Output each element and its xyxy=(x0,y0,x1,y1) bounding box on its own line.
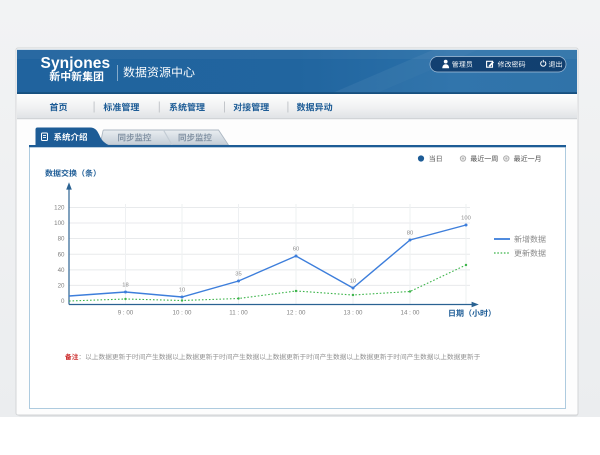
svg-text:40: 40 xyxy=(58,267,65,274)
svg-text:0: 0 xyxy=(61,298,65,305)
svg-text:Synjones: Synjones xyxy=(41,55,111,72)
svg-text:10 : 00: 10 : 00 xyxy=(173,309,192,316)
svg-text:10: 10 xyxy=(350,279,356,285)
svg-text:9 : 00: 9 : 00 xyxy=(118,309,134,316)
svg-text:12 : 00: 12 : 00 xyxy=(287,309,306,316)
svg-text:10: 10 xyxy=(179,288,185,294)
svg-text:13 : 00: 13 : 00 xyxy=(344,309,363,316)
svg-text:14 : 00: 14 : 00 xyxy=(401,309,420,316)
svg-text:100: 100 xyxy=(461,216,471,222)
svg-text:11 : 00: 11 : 00 xyxy=(229,309,248,316)
svg-text:80: 80 xyxy=(407,231,413,237)
svg-text:35: 35 xyxy=(235,272,241,278)
svg-text:20: 20 xyxy=(58,283,65,290)
svg-text:60: 60 xyxy=(58,251,65,258)
svg-text:100: 100 xyxy=(54,220,65,227)
svg-text:60: 60 xyxy=(293,247,299,253)
svg-text:18: 18 xyxy=(122,283,128,289)
svg-text:80: 80 xyxy=(58,236,65,243)
svg-text:120: 120 xyxy=(54,205,65,212)
